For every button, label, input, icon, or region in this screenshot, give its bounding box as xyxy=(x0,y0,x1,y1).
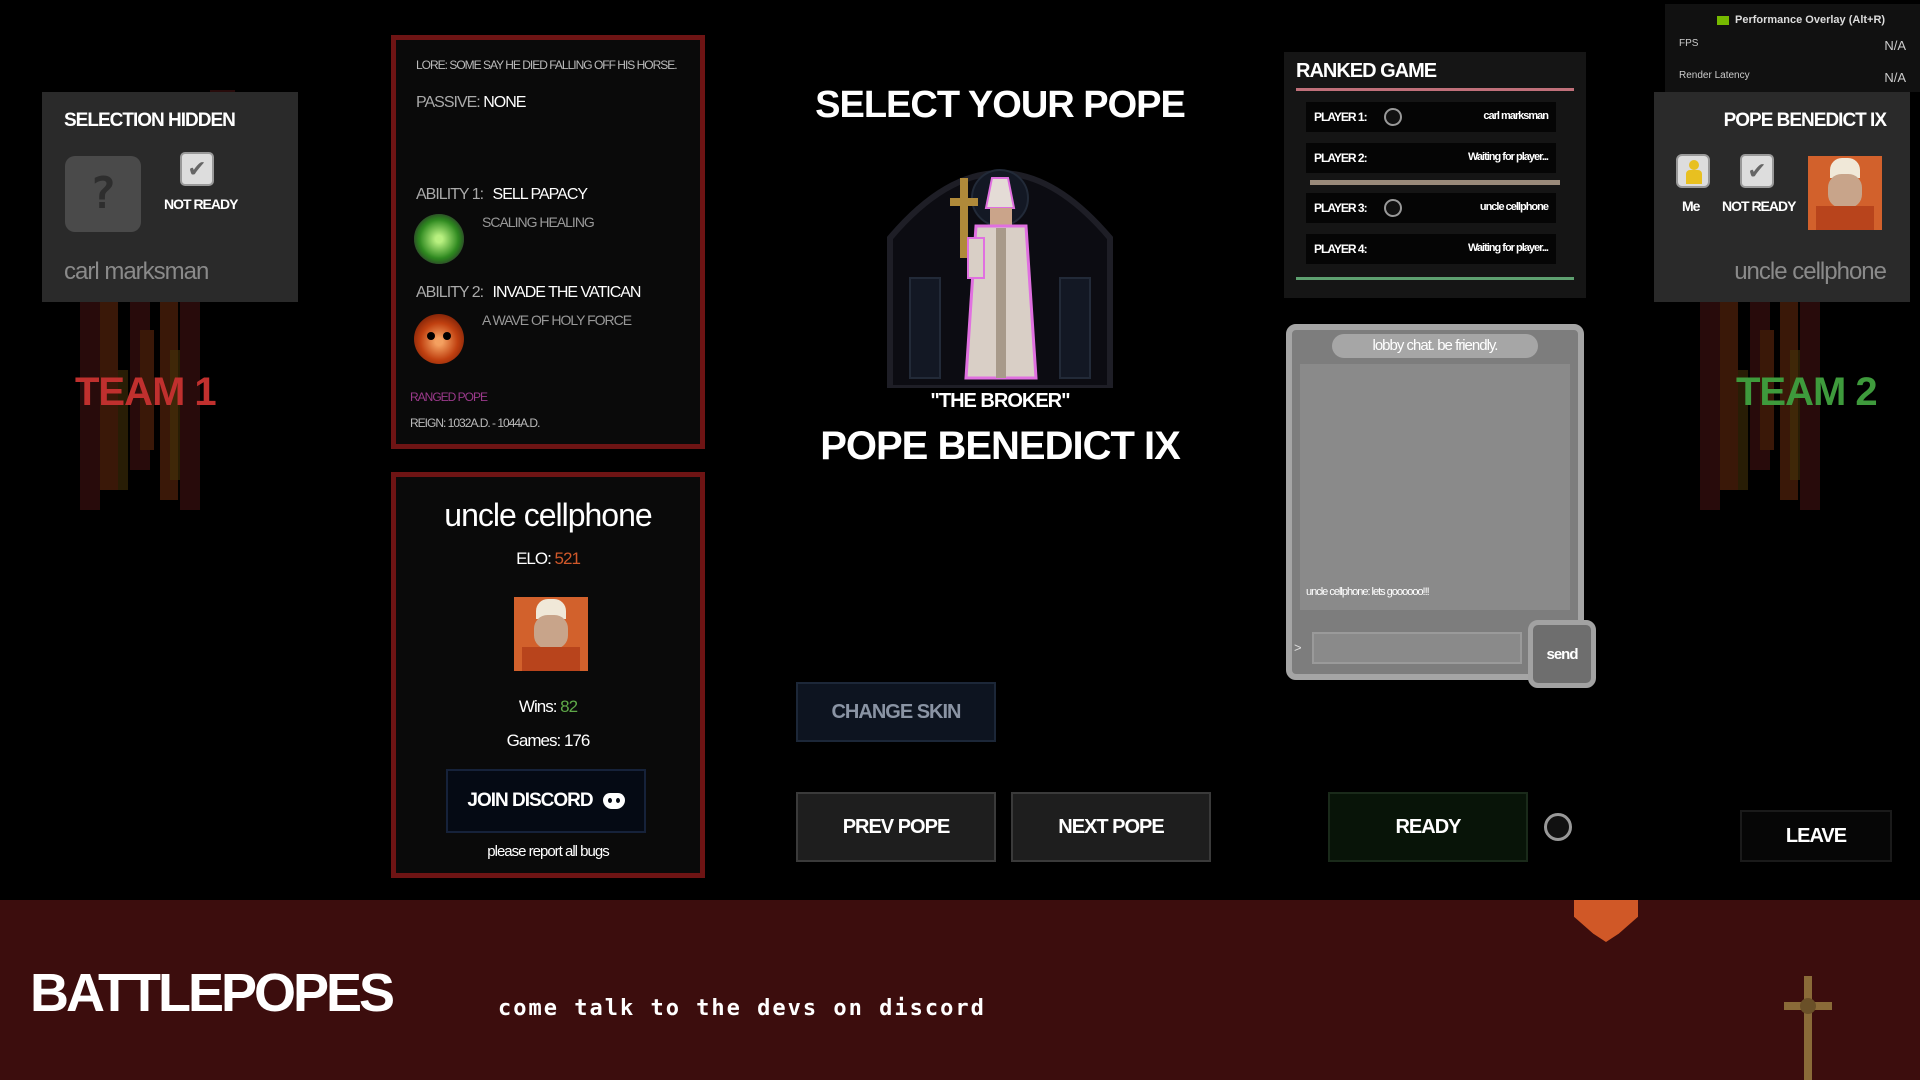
performance-overlay: Performance Overlay (Alt+R) FPS N/A Rend… xyxy=(1665,4,1920,92)
heart-icon xyxy=(1574,900,1638,942)
ranked-player-label: PLAYER 2: xyxy=(1314,151,1368,165)
profile-avatar xyxy=(514,597,588,671)
overlay-fps-label: FPS xyxy=(1679,38,1699,49)
passive-label: PASSIVE: xyxy=(416,94,481,111)
wins-row: Wins: 82 xyxy=(396,697,700,717)
send-button[interactable]: send xyxy=(1528,620,1596,688)
ranked-title-divider xyxy=(1296,88,1574,91)
ability-1-desc: SCALING HEALING xyxy=(482,214,595,230)
left-player-name: carl marksman xyxy=(64,258,209,285)
ability-2-row: ABILITY 2: INVADE THE VATICAN xyxy=(416,284,642,302)
right-player-ready-status: NOT READY xyxy=(1722,198,1796,214)
ability-1-name: SELL PAPACY xyxy=(492,186,589,203)
select-pope-title: SELECT YOUR POPE xyxy=(815,84,1186,126)
ranked-player-value: uncle cellphone xyxy=(1479,201,1549,213)
leave-button[interactable]: LEAVE xyxy=(1740,810,1892,862)
prev-pope-button[interactable]: PREV POPE xyxy=(796,792,996,862)
elo-label: ELO: xyxy=(516,549,552,568)
wins-label: Wins: xyxy=(518,697,557,716)
overlay-fps-value: N/A xyxy=(1884,38,1906,53)
ready-button[interactable]: READY xyxy=(1328,792,1528,862)
chat-message: uncle cellphone: lets goooooo!!! xyxy=(1306,586,1430,598)
pope-portrait-icon xyxy=(1808,156,1882,230)
ability-1-label: ABILITY 1: xyxy=(416,186,484,203)
bugs-note: please report all bugs xyxy=(487,843,609,860)
overlay-title: Performance Overlay (Alt+R) xyxy=(1735,14,1886,26)
ready-check-icon: ✔ xyxy=(1740,154,1774,188)
ranked-title: RANKED GAME xyxy=(1296,60,1437,82)
games-value: 176 xyxy=(563,731,590,750)
green-gem-icon xyxy=(414,214,464,264)
change-skin-button[interactable]: CHANGE SKIN xyxy=(796,682,996,742)
chat-header: lobby chat. be friendly. xyxy=(1332,334,1538,358)
ability-2-label: ABILITY 2: xyxy=(416,284,484,301)
footer-marquee: come talk to the devs on discord xyxy=(498,996,986,1021)
pope-class: RANGED POPE xyxy=(410,390,488,404)
me-icon xyxy=(1676,154,1710,188)
pope-nickname: "THE BROKER" xyxy=(930,390,1070,412)
chat-messages: uncle cellphone: lets goooooo!!! xyxy=(1300,364,1570,610)
question-mark-icon: ? xyxy=(89,168,117,219)
discord-icon xyxy=(602,793,625,809)
ability-2-desc: A WAVE OF HOLY FORCE xyxy=(482,312,632,328)
pope-lore: LORE: SOME SAY HE DIED FALLING OFF HIS H… xyxy=(416,58,678,72)
nvidia-icon xyxy=(1717,16,1729,25)
right-player-name: uncle cellphone xyxy=(1734,258,1887,285)
hidden-avatar: ? xyxy=(65,156,141,232)
footer-bar: BATTLEPOPES come talk to the devs on dis… xyxy=(0,900,1920,1080)
games-row: Games: 176 xyxy=(396,731,700,751)
pope-reign: REIGN: 1032A.D. - 1044A.D. xyxy=(410,416,540,430)
pope-character-display xyxy=(860,128,1140,391)
elo-value: 521 xyxy=(554,549,581,568)
game-logo: BATTLEPOPES xyxy=(30,963,395,1023)
ranked-player-row: PLAYER 4: Waiting for player... xyxy=(1306,234,1556,264)
wins-value: 82 xyxy=(560,697,578,716)
team-1-label: TEAM 1 xyxy=(75,370,217,414)
me-label: Me xyxy=(1682,198,1700,214)
ranked-player-label: PLAYER 1: xyxy=(1314,110,1368,124)
ready-check-icon: ✔ xyxy=(180,152,214,186)
passive-value: NONE xyxy=(483,94,526,111)
profile-panel: uncle cellphone ELO: 521 Wins: 82 Games:… xyxy=(391,472,705,878)
next-pope-button[interactable]: NEXT POPE xyxy=(1011,792,1211,862)
games-label: Games: xyxy=(506,731,562,750)
right-player-card: POPE BENEDICT IX Me ✔ NOT READY uncle ce… xyxy=(1654,92,1910,302)
team-2-label: TEAM 2 xyxy=(1736,370,1878,414)
cross-icon xyxy=(1784,976,1832,1080)
passive-row: PASSIVE: NONE xyxy=(416,94,526,112)
chat-input[interactable] xyxy=(1312,632,1522,664)
ranked-player-value: carl marksman xyxy=(1483,110,1549,122)
join-discord-button[interactable]: JOIN DISCORD xyxy=(446,769,646,833)
fire-skull-icon xyxy=(414,314,464,364)
ranked-player-label: PLAYER 4: xyxy=(1314,242,1368,256)
player-ready-indicator xyxy=(1384,108,1402,126)
player-ready-indicator xyxy=(1384,199,1402,217)
ranked-player-value: Waiting for player... xyxy=(1467,242,1549,254)
left-player-card: SELECTION HIDDEN ? ✔ NOT READY carl mark… xyxy=(42,92,298,302)
elo-row: ELO: 521 xyxy=(396,549,700,569)
pope-name-title: POPE BENEDICT IX xyxy=(820,424,1181,468)
left-player-ready-status: NOT READY xyxy=(164,196,238,212)
overlay-latency-value: N/A xyxy=(1884,70,1906,85)
left-player-header: SELECTION HIDDEN xyxy=(64,110,236,131)
ready-indicator xyxy=(1544,813,1572,841)
ranked-bottom-divider xyxy=(1296,277,1574,280)
ranked-player-row: PLAYER 2: Waiting for player... xyxy=(1306,143,1556,173)
ability-1-row: ABILITY 1: SELL PAPACY xyxy=(416,186,589,204)
join-discord-label: JOIN DISCORD xyxy=(467,790,593,811)
chat-prompt-glyph: > xyxy=(1294,640,1302,655)
profile-name: uncle cellphone xyxy=(444,497,652,533)
ability-2-name: INVADE THE VATICAN xyxy=(492,284,642,301)
ranked-player-row: PLAYER 3: uncle cellphone xyxy=(1306,193,1556,223)
ranked-player-row: PLAYER 1: carl marksman xyxy=(1306,102,1556,132)
overlay-latency-label: Render Latency xyxy=(1679,70,1750,81)
ranked-game-panel: RANKED GAME PLAYER 1: carl marksman PLAY… xyxy=(1284,52,1586,298)
team-divider xyxy=(1310,180,1560,185)
pope-info-panel: LORE: SOME SAY HE DIED FALLING OFF HIS H… xyxy=(391,35,705,449)
ranked-player-label: PLAYER 3: xyxy=(1314,201,1368,215)
right-player-header: POPE BENEDICT IX xyxy=(1723,110,1887,131)
pope-sprite xyxy=(950,177,1038,380)
ranked-player-value: Waiting for player... xyxy=(1467,151,1549,163)
